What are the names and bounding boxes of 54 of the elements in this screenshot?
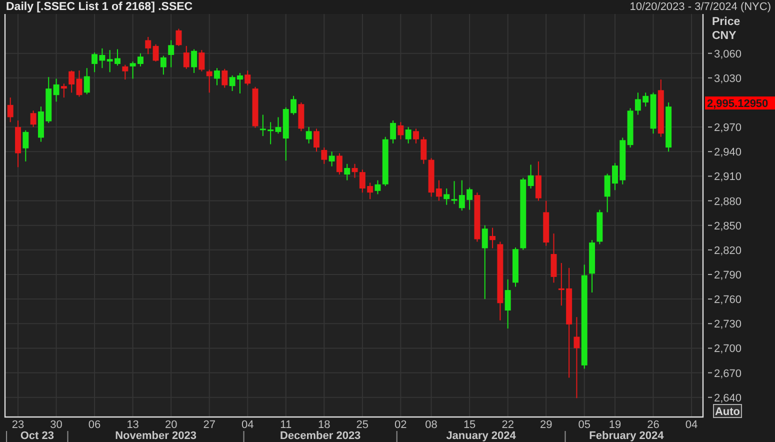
- y-axis-label: 2,730: [714, 318, 742, 331]
- month-label: January 2024: [446, 430, 516, 442]
- x-axis-label: 20: [164, 419, 178, 431]
- x-axis-label: 19: [608, 419, 622, 431]
- y-axis-label: 2,790: [714, 269, 742, 282]
- month-label: Oct 23: [20, 430, 54, 442]
- price-tag: 2,995.12950: [705, 96, 775, 110]
- x-axis-label: 11: [280, 419, 292, 431]
- x-axis-label: 02: [394, 419, 407, 431]
- y-axis-label: 2,880: [714, 196, 742, 208]
- month-label: February 2024: [589, 430, 664, 442]
- x-axis-label: 05: [578, 419, 590, 431]
- y-axis-label: 2,970: [714, 122, 742, 134]
- candlestick: [512, 246, 518, 288]
- y-axis-label: 2,910: [714, 171, 742, 184]
- candlestick: [666, 102, 672, 152]
- x-axis-label: 04: [242, 419, 254, 431]
- month-label: November 2023: [115, 430, 196, 442]
- x-axis-label: 04: [685, 419, 698, 431]
- month-label: December 2023: [280, 430, 361, 442]
- y-axis-label: 3,060: [714, 48, 742, 60]
- x-axis-label: 30: [50, 419, 62, 431]
- candlestick: [214, 68, 220, 86]
- x-axis-label: 29: [540, 419, 552, 431]
- y-axis-label: 2,850: [714, 220, 742, 232]
- candlestick: [589, 240, 595, 293]
- axis-title: Price CNY: [712, 16, 740, 42]
- x-axis-label: 22: [502, 419, 514, 431]
- x-axis-label: 26: [647, 419, 660, 431]
- y-axis-label: 2,640: [714, 392, 742, 404]
- y-axis-label: 2,760: [714, 294, 742, 306]
- y-axis-label: 2,670: [714, 368, 742, 380]
- x-axis-label: 13: [126, 419, 139, 431]
- auto-button[interactable]: Auto: [713, 404, 742, 418]
- x-axis-label: 08: [425, 419, 438, 431]
- candlestick: [22, 130, 29, 162]
- candlestick: [114, 48, 120, 66]
- candlestick: [612, 162, 618, 191]
- x-axis-label: 25: [356, 419, 369, 431]
- y-axis-label: 2,940: [714, 146, 742, 159]
- y-axis-label: 3,030: [714, 72, 742, 85]
- chart-title: Daily [.SSEC List 1 of 2168] .SSEC: [6, 0, 193, 14]
- candlestick: [7, 97, 14, 123]
- x-axis-label: 15: [463, 419, 476, 431]
- x-axis-label: 27: [203, 419, 216, 431]
- date-range: 10/20/2023 - 3/7/2024 (NYC): [630, 0, 771, 14]
- x-axis-label: 23: [12, 419, 24, 431]
- x-axis-label: 18: [318, 419, 330, 431]
- x-axis-label: 06: [88, 419, 101, 431]
- y-axis-label: 2,700: [714, 343, 742, 356]
- y-axis-label: 2,820: [714, 244, 742, 257]
- candlestick: [413, 128, 419, 144]
- candlestick: [15, 120, 21, 168]
- candlestick: [314, 128, 320, 152]
